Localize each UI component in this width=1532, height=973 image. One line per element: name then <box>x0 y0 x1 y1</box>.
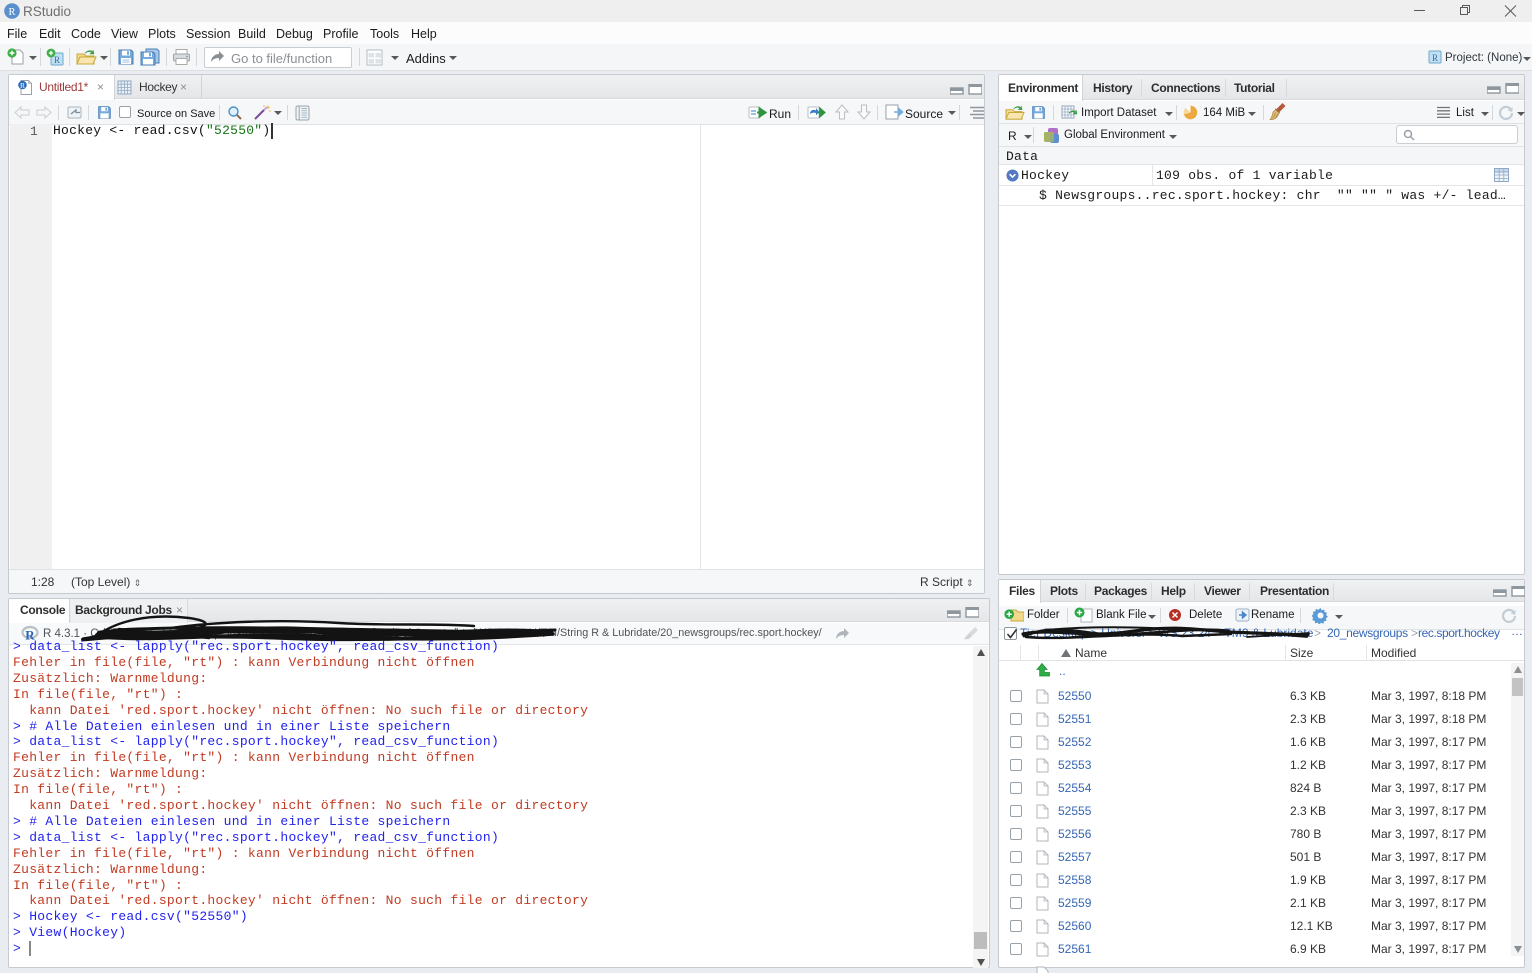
svg-text:R: R <box>8 7 15 18</box>
svg-text:R: R <box>20 81 25 90</box>
svg-text:R: R <box>1432 53 1438 63</box>
svg-text:R: R <box>54 55 60 65</box>
